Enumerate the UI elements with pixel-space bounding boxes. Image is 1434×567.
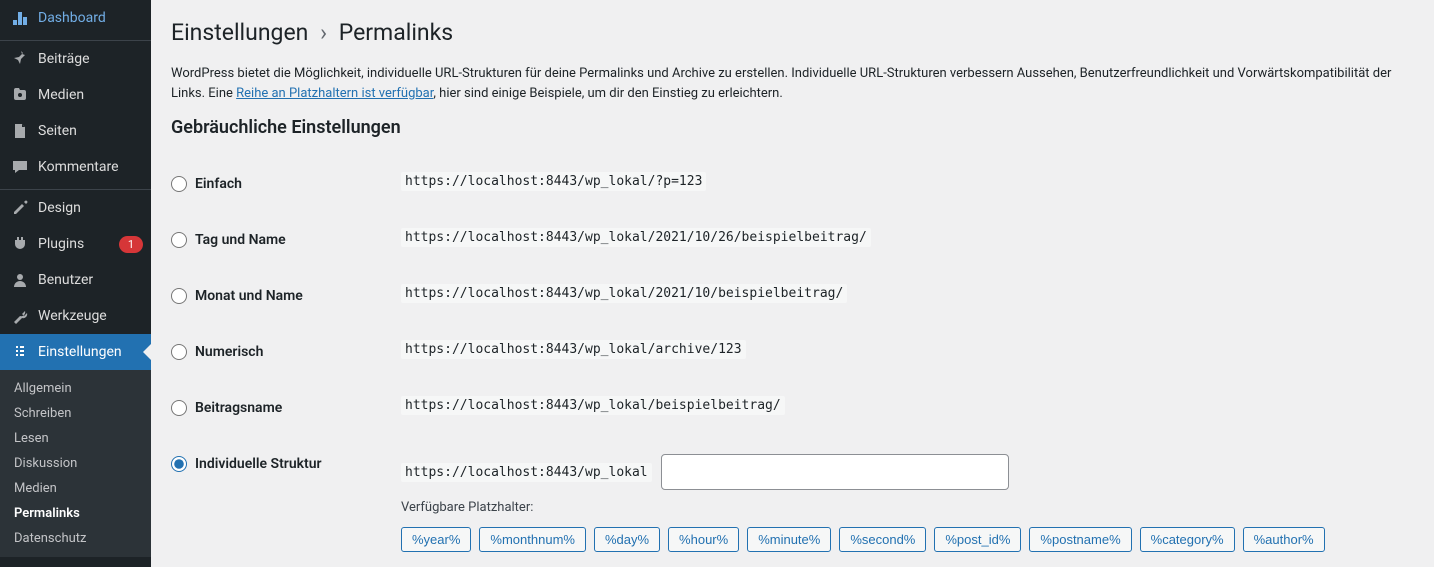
option-numeric-label: Numerisch [195,344,263,360]
example-numeric: https://localhost:8443/wp_lokal/archive/… [401,340,746,359]
common-settings-heading: Gebräuchliche Einstellungen [171,117,1414,138]
option-dayname[interactable]: Tag und Name [171,232,381,248]
main-content: Einstellungen › Permalinks WordPress bie… [151,0,1434,567]
sub-media[interactable]: Medien [0,476,151,501]
user-icon [10,270,30,290]
wrench-icon [10,306,30,326]
token-category[interactable]: %category% [1140,527,1235,552]
intro-part2: , hier sind einige Beispiele, um dir den… [433,86,782,101]
settings-icon [10,342,30,362]
example-plain: https://localhost:8443/wp_lokal/?p=123 [401,172,706,191]
token-minute[interactable]: %minute% [747,527,831,552]
sub-reading[interactable]: Lesen [0,426,151,451]
media-icon [10,85,30,105]
nav-dashboard-label: Dashboard [38,10,143,26]
radio-postname[interactable] [171,400,187,416]
title-suffix: Permalinks [339,19,453,46]
nav-media-label: Medien [38,87,143,103]
admin-sidebar: Dashboard Beiträge Medien Seiten Komment… [0,0,151,567]
option-custom[interactable]: Individuelle Struktur [171,456,381,472]
token-hour[interactable]: %hour% [668,527,739,552]
nav-posts-label: Beiträge [38,51,143,67]
nav-pages-label: Seiten [38,123,143,139]
option-plain[interactable]: Einfach [171,176,381,192]
radio-numeric[interactable] [171,344,187,360]
option-monthname[interactable]: Monat und Name [171,288,381,304]
token-postname[interactable]: %postname% [1029,527,1131,552]
option-dayname-label: Tag und Name [195,232,286,248]
page-icon [10,121,30,141]
option-custom-label: Individuelle Struktur [195,456,322,472]
example-monthname: https://localhost:8443/wp_lokal/2021/10/… [401,284,847,303]
custom-structure-input[interactable] [661,454,1009,490]
placeholder-tokens: %year% %monthnum% %day% %hour% %minute% … [401,527,1404,552]
nav-design[interactable]: Design [0,190,151,226]
settings-submenu: Allgemein Schreiben Lesen Diskussion Med… [0,370,151,557]
plugins-update-badge: 1 [119,236,143,253]
nav-settings[interactable]: Einstellungen [0,334,151,370]
nav-tools[interactable]: Werkzeuge [0,298,151,334]
intro-text: WordPress bietet die Möglichkeit, indivi… [171,64,1414,103]
pin-icon [10,49,30,69]
nav-dashboard[interactable]: Dashboard [0,0,151,36]
example-dayname: https://localhost:8443/wp_lokal/2021/10/… [401,228,871,247]
token-monthnum[interactable]: %monthnum% [479,527,586,552]
token-post-id[interactable]: %post_id% [934,527,1021,552]
option-postname[interactable]: Beitragsname [171,400,381,416]
option-postname-label: Beitragsname [195,400,282,416]
nav-users-label: Benutzer [38,272,143,288]
nav-comments-label: Kommentare [38,159,143,175]
title-prefix: Einstellungen [171,19,308,46]
radio-plain[interactable] [171,176,187,192]
custom-prefix: https://localhost:8443/wp_lokal [401,463,652,482]
radio-dayname[interactable] [171,232,187,248]
token-second[interactable]: %second% [839,527,926,552]
nav-settings-label: Einstellungen [38,344,143,360]
nav-plugins-label: Plugins [38,236,107,252]
nav-plugins[interactable]: Plugins 1 [0,226,151,262]
dashboard-icon [10,8,30,28]
token-year[interactable]: %year% [401,527,471,552]
radio-custom[interactable] [171,456,187,472]
option-plain-label: Einfach [195,176,242,192]
plugin-icon [10,234,30,254]
option-monthname-label: Monat und Name [195,288,303,304]
available-placeholders-label: Verfügbare Platzhalter: [401,500,1404,515]
title-sep: › [320,19,327,46]
example-postname: https://localhost:8443/wp_lokal/beispiel… [401,396,785,415]
page-title: Einstellungen › Permalinks [171,10,1414,50]
nav-media[interactable]: Medien [0,77,151,113]
option-numeric[interactable]: Numerisch [171,344,381,360]
sub-writing[interactable]: Schreiben [0,401,151,426]
nav-users[interactable]: Benutzer [0,262,151,298]
nav-pages[interactable]: Seiten [0,113,151,149]
sub-privacy[interactable]: Datenschutz [0,526,151,551]
sub-discussion[interactable]: Diskussion [0,451,151,476]
intro-link[interactable]: Reihe an Platzhaltern ist verfügbar [236,86,433,101]
token-day[interactable]: %day% [594,527,660,552]
sub-general[interactable]: Allgemein [0,376,151,401]
nav-comments[interactable]: Kommentare [0,149,151,185]
nav-posts[interactable]: Beiträge [0,41,151,77]
nav-tools-label: Werkzeuge [38,308,143,324]
comment-icon [10,157,30,177]
brush-icon [10,198,30,218]
permalink-options-table: Einfach https://localhost:8443/wp_lokal/… [171,156,1414,567]
radio-monthname[interactable] [171,288,187,304]
sub-permalinks[interactable]: Permalinks [0,501,151,526]
token-author[interactable]: %author% [1243,527,1325,552]
nav-design-label: Design [38,200,143,216]
